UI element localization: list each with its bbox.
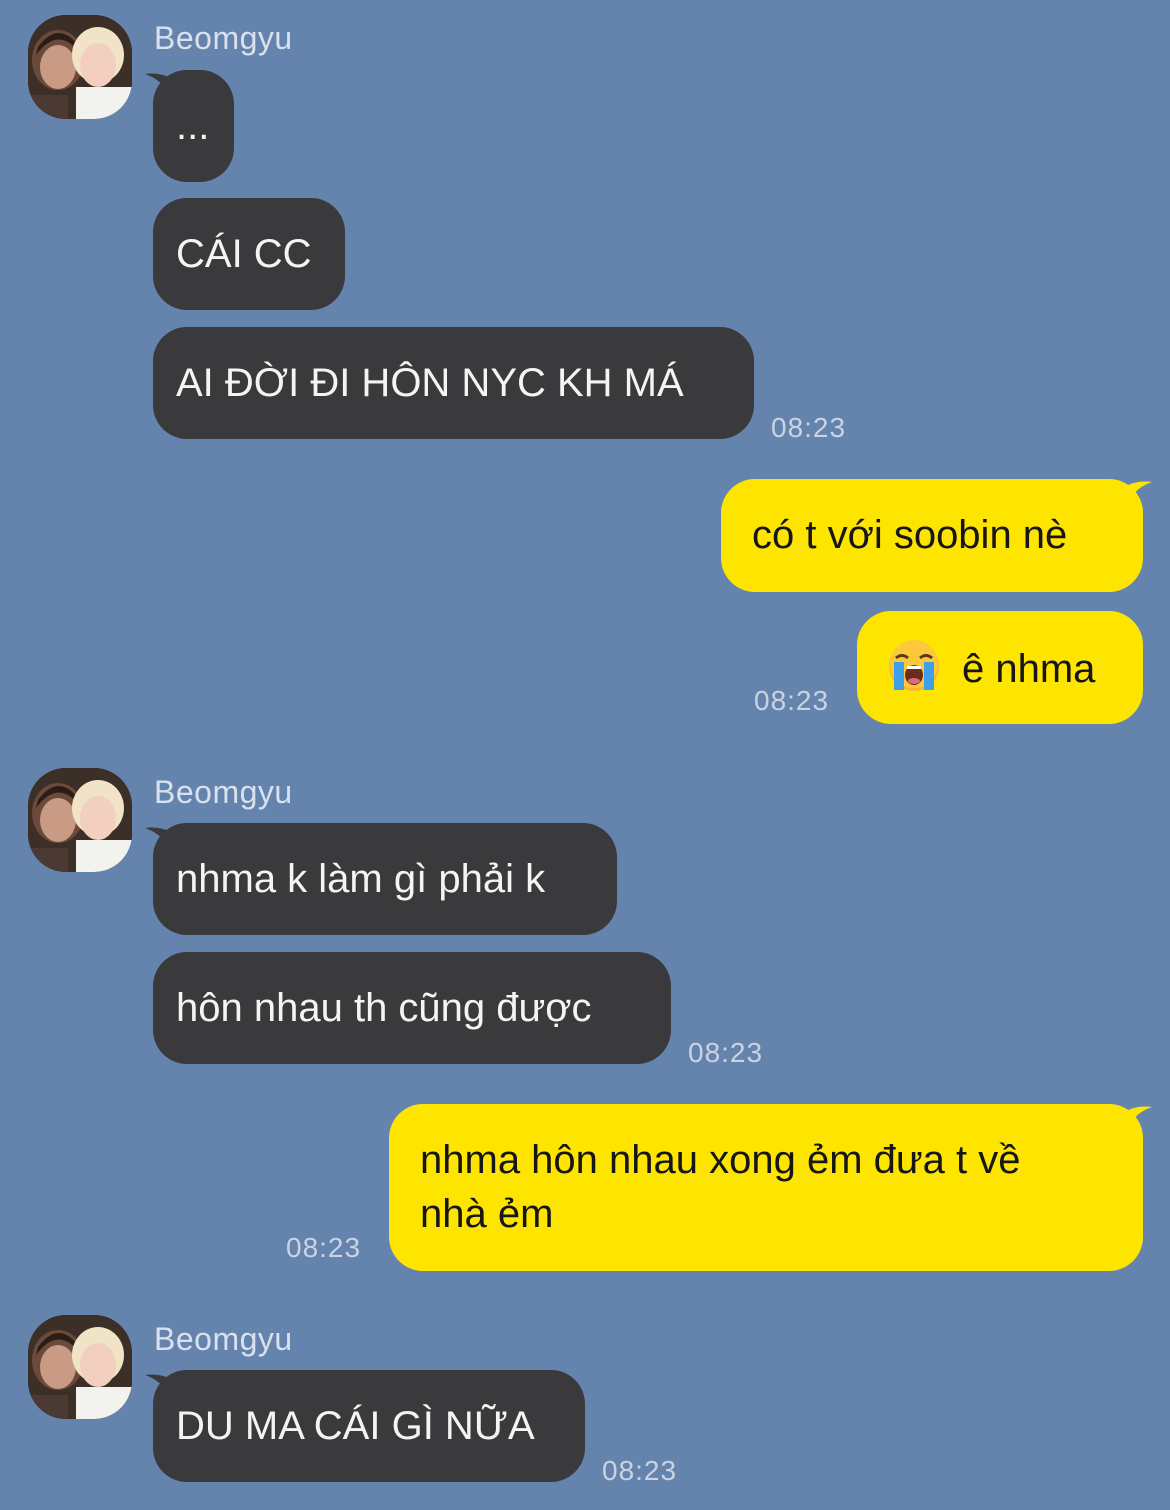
contact-name: Beomgyu bbox=[154, 774, 293, 810]
message-text: ... bbox=[176, 104, 210, 148]
message-timestamp: 08:23 bbox=[771, 412, 847, 443]
avatar-photo-icon bbox=[28, 768, 132, 872]
message-bubble-sent[interactable]: ê nhma bbox=[857, 611, 1143, 724]
message-bubble-received[interactable]: AI ĐỜI ĐI HÔN NYC KH MÁ bbox=[153, 327, 754, 439]
message-timestamp: 08:23 bbox=[602, 1455, 678, 1486]
message-bubble-received[interactable]: hôn nhau th cũng được bbox=[153, 952, 671, 1064]
contact-avatar[interactable] bbox=[28, 15, 132, 119]
message-bubble-received[interactable]: CÁI CC bbox=[153, 198, 345, 310]
contact-avatar[interactable] bbox=[28, 1315, 132, 1419]
contact-name: Beomgyu bbox=[154, 20, 293, 56]
message-text: có t với soobin nè bbox=[752, 513, 1068, 557]
loudly-crying-face-icon bbox=[889, 640, 939, 691]
message-text: hôn nhau th cũng được bbox=[176, 986, 592, 1030]
message-text-line: nhma hôn nhau xong ẻm đưa t về bbox=[420, 1138, 1021, 1182]
contact-avatar[interactable] bbox=[28, 768, 132, 872]
message-text: nhma k làm gì phải k bbox=[176, 857, 546, 901]
message-text: DU MA CÁI GÌ NỮA bbox=[176, 1404, 535, 1448]
message-text: ê nhma bbox=[962, 647, 1096, 691]
message-timestamp: 08:23 bbox=[286, 1232, 362, 1263]
message-timestamp: 08:23 bbox=[688, 1037, 764, 1068]
avatar-photo-icon bbox=[28, 1315, 132, 1419]
message-bubble-received[interactable]: nhma k làm gì phải k bbox=[153, 823, 617, 935]
message-text-line: nhà ẻm bbox=[420, 1192, 554, 1236]
message-bubble-received[interactable]: DU MA CÁI GÌ NỮA bbox=[153, 1370, 585, 1482]
message-text: AI ĐỜI ĐI HÔN NYC KH MÁ bbox=[176, 361, 684, 405]
contact-name: Beomgyu bbox=[154, 1321, 293, 1357]
message-timestamp: 08:23 bbox=[754, 685, 830, 716]
message-bubble-received[interactable]: ... bbox=[153, 70, 234, 182]
avatar-photo-icon bbox=[28, 15, 132, 119]
message-text: CÁI CC bbox=[176, 232, 312, 276]
message-bubble-sent[interactable]: có t với soobin nè bbox=[721, 479, 1143, 592]
message-bubble-sent[interactable]: nhma hôn nhau xong ẻm đưa t về nhà ẻm bbox=[389, 1104, 1143, 1271]
